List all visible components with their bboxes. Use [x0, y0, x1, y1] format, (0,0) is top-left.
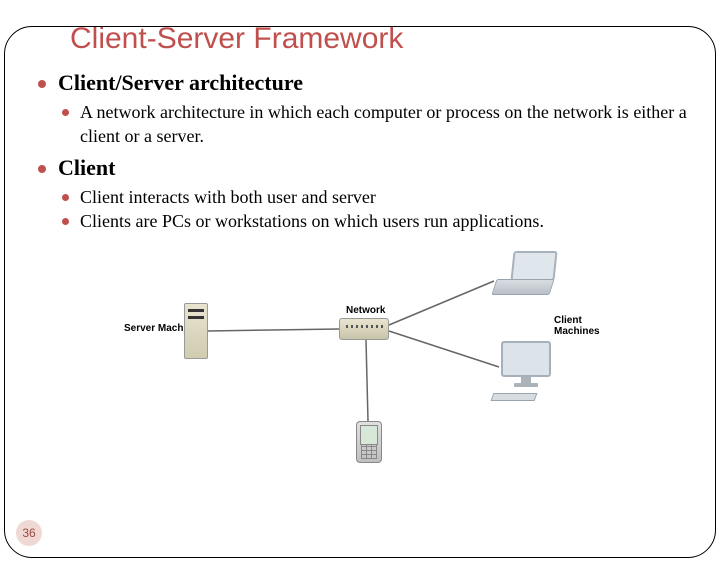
section-heading: Client/Server architecture	[58, 70, 692, 96]
bullet-item: Client interacts with both user and serv…	[62, 185, 692, 209]
laptop-icon	[494, 251, 564, 299]
network-diagram: Server Machine Network Client Machines	[114, 243, 614, 473]
network-hub-icon	[339, 318, 389, 340]
network-label: Network	[346, 305, 385, 316]
desktop-icon	[499, 341, 553, 393]
section-client: Client Client interacts with both user a…	[36, 155, 692, 234]
bullet-item: Clients are PCs or workstations on which…	[62, 209, 692, 233]
slide-content: Client/Server architecture A network arc…	[36, 70, 692, 473]
section-architecture: Client/Server architecture A network arc…	[36, 70, 692, 149]
section-heading: Client	[58, 155, 692, 181]
clients-label: Client Machines	[554, 315, 614, 337]
bullet-item: A network architecture in which each com…	[62, 100, 692, 149]
slide-number: 36	[22, 526, 35, 540]
slide-number-badge: 36	[16, 520, 42, 546]
pda-icon	[356, 421, 382, 463]
keyboard-icon	[491, 393, 538, 401]
server-icon	[184, 303, 208, 359]
